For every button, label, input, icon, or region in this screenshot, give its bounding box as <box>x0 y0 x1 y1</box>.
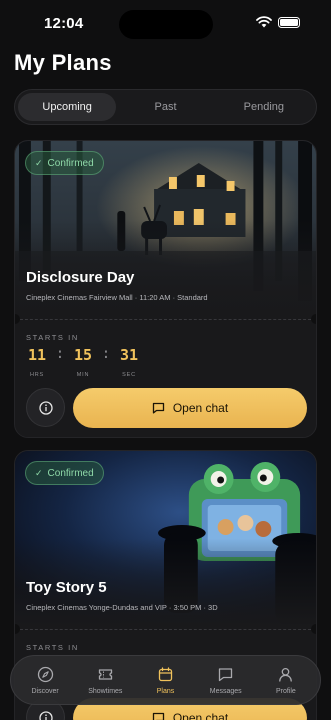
countdown-timer: 11 HRS : 15 MIN : 31 SEC <box>26 346 140 378</box>
tab-pending[interactable]: Pending <box>215 93 313 121</box>
countdown-hours-label: HRS <box>29 372 44 378</box>
movie-title: Toy Story 5 <box>26 579 107 596</box>
starts-in-label: STARTS IN <box>26 333 79 342</box>
info-icon <box>38 710 53 720</box>
nav-plans[interactable]: Plans <box>135 656 195 704</box>
ticket-notch-left <box>15 314 20 324</box>
starts-in-label: STARTS IN <box>26 643 79 652</box>
countdown-seconds-value: 31 <box>119 346 139 364</box>
ticket-icon <box>98 668 112 680</box>
bottom-navigation: Discover Showtimes Plans Messages Profil… <box>10 655 321 705</box>
plan-card[interactable]: ✓ Confirmed Disclosure Day Cineplex Cine… <box>14 140 317 438</box>
status-time: 12:04 <box>44 15 84 32</box>
tab-past[interactable]: Past <box>116 93 214 121</box>
nav-discover[interactable]: Discover <box>15 656 75 704</box>
showtime-details: Cineplex Cinemas Yonge-Dundas and VIP · … <box>26 603 218 612</box>
chat-icon <box>152 402 164 414</box>
countdown-seconds: 31 SEC <box>118 346 140 378</box>
nav-discover-label: Discover <box>31 687 59 695</box>
check-icon: ✓ <box>35 157 43 168</box>
user-icon <box>279 667 293 682</box>
showtime-details: Cineplex Cinemas Fairview Mall · 11:20 A… <box>26 293 208 302</box>
ticket-divider <box>15 629 316 630</box>
status-badge: ✓ Confirmed <box>25 151 104 175</box>
message-icon <box>219 667 233 681</box>
ticket-notch-left <box>15 624 20 634</box>
nav-profile-label: Profile <box>275 687 296 695</box>
wifi-icon <box>256 16 272 28</box>
countdown-hours: 11 HRS <box>26 346 48 378</box>
info-button[interactable] <box>26 388 65 427</box>
plans-segmented-control: Upcoming Past Pending <box>14 89 317 125</box>
battery-icon <box>278 16 300 28</box>
movie-title: Disclosure Day <box>26 269 135 286</box>
info-icon <box>38 400 53 415</box>
open-chat-button[interactable]: Open chat <box>73 388 307 428</box>
dynamic-island <box>119 10 213 39</box>
chat-icon <box>152 712 164 720</box>
nav-messages[interactable]: Messages <box>196 656 256 704</box>
status-icons <box>256 16 300 28</box>
nav-plans-label: Plans <box>156 687 175 695</box>
status-badge-label: Confirmed <box>47 157 94 169</box>
nav-messages-label: Messages <box>209 687 242 695</box>
status-badge: ✓ Confirmed <box>25 461 104 485</box>
nav-showtimes-label: Showtimes <box>88 687 123 695</box>
ticket-divider <box>15 319 316 320</box>
status-bar: 12:04 <box>0 0 331 48</box>
status-badge-label: Confirmed <box>47 467 94 479</box>
countdown-minutes-label: MIN <box>76 372 90 378</box>
tab-upcoming[interactable]: Upcoming <box>18 93 117 121</box>
countdown-minutes: 15 MIN <box>72 346 94 378</box>
ticket-notch-right <box>311 314 316 324</box>
nav-profile[interactable]: Profile <box>256 656 316 704</box>
countdown-separator: : <box>55 346 65 362</box>
open-chat-label: Open chat <box>172 711 229 720</box>
nav-showtimes[interactable]: Showtimes <box>75 656 135 704</box>
ticket-notch-right <box>311 624 316 634</box>
calendar-icon <box>158 666 173 681</box>
countdown-minutes-value: 15 <box>73 346 93 364</box>
open-chat-label: Open chat <box>172 401 229 415</box>
page-title: My Plans <box>14 50 112 75</box>
check-icon: ✓ <box>35 467 43 478</box>
countdown-hours-value: 11 <box>27 346 47 364</box>
countdown-seconds-label: SEC <box>122 372 136 378</box>
countdown-separator: : <box>101 346 111 362</box>
compass-icon <box>37 666 53 682</box>
